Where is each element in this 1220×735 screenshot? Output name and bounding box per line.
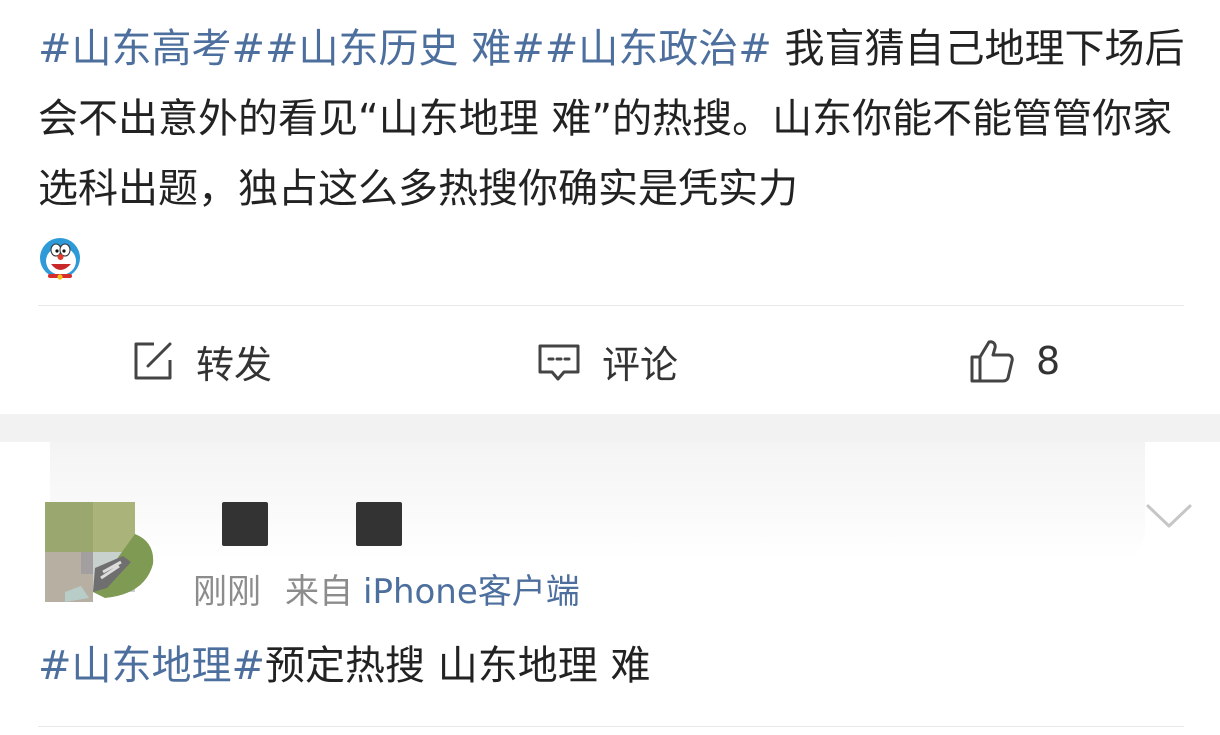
like-button[interactable]: 8 [968,336,1060,386]
chevron-down-icon [1146,504,1192,528]
divider [38,726,1184,727]
hashtag-link[interactable]: #山东高考# [38,26,265,72]
divider [38,305,1184,306]
hashtag-link[interactable]: #山东地理# [38,643,265,689]
thumbs-up-icon [970,340,1014,383]
hashtag-link[interactable]: #山东政治# [545,26,772,72]
username-redacted[interactable] [222,502,412,548]
post-card-1: #山东高考##山东历史 难##山东政治# 我盲猜自己地理下场后会不出意外的看见“… [0,0,1220,414]
edit-square-icon [134,342,172,380]
repost-button[interactable]: 转发 [130,336,273,387]
doraemon-emoji-icon [38,232,82,280]
source-link[interactable]: iPhone客户端 [363,572,580,612]
post-text: 预定热搜 山东地理 难 [265,643,651,689]
post-body: #山东地理#预定热搜 山东地理 难 [38,638,650,694]
post-body: #山东高考##山东历史 难##山东政治# 我盲猜自己地理下场后会不出意外的看见“… [38,14,1188,294]
hashtag-link[interactable]: #山东历史 难# [265,26,545,72]
redaction-block [222,502,268,546]
comment-label: 评论 [602,342,679,387]
redaction-block [356,502,402,546]
comment-bubble-icon [538,344,580,381]
like-count: 8 [1036,339,1061,383]
section-separator [0,414,1220,442]
repost-label: 转发 [196,342,273,387]
comment-button[interactable]: 评论 [536,336,679,387]
avatar[interactable] [45,502,155,602]
more-options-button[interactable] [1144,500,1194,532]
redacted-area [50,442,1145,560]
post-card-2: 刚刚 来自 iPhone客户端 #山东地理#预定热搜 山东地理 难 [0,442,1220,735]
post-meta: 刚刚 来自 iPhone客户端 [193,564,604,613]
post-time: 刚刚 [193,572,261,612]
source-prefix: 来自 [285,572,353,612]
